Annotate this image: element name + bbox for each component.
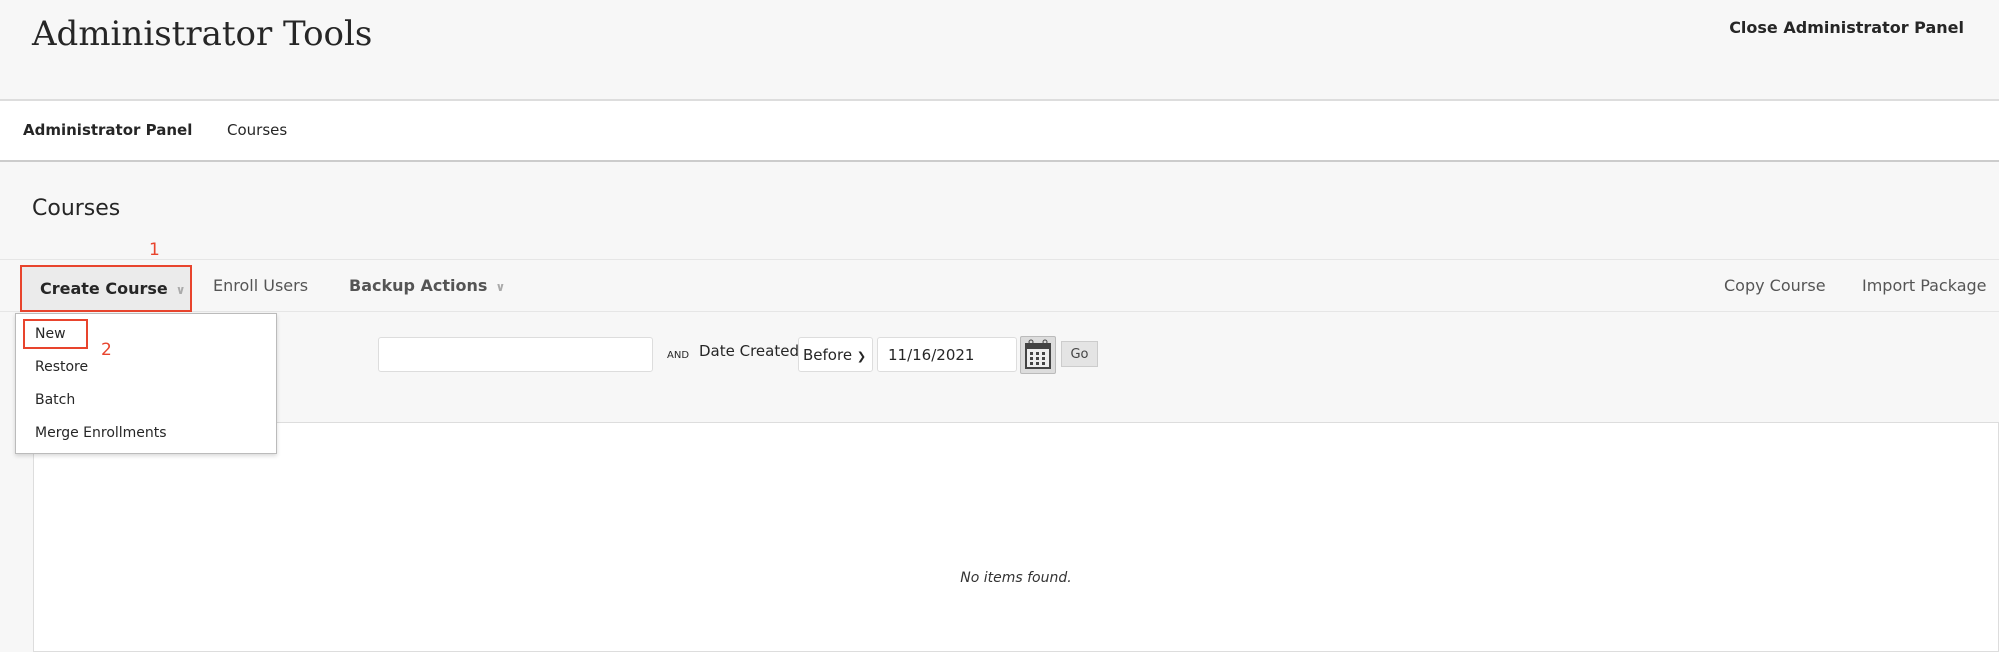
page-header-title: Administrator Tools xyxy=(32,14,373,54)
date-operator-value: Before xyxy=(803,346,853,364)
menu-item-merge-enrollments[interactable]: Merge Enrollments xyxy=(35,425,167,441)
empty-message: No items found. xyxy=(960,570,1072,586)
date-operator-select[interactable]: Before ❯ xyxy=(798,337,873,372)
and-label: AND xyxy=(667,350,690,361)
create-course-menu: New Restore Batch Merge Enrollments xyxy=(15,313,277,454)
go-button[interactable]: Go xyxy=(1061,341,1098,367)
chevron-down-icon: ❯ xyxy=(856,350,867,363)
page-title: Courses xyxy=(32,196,121,221)
chevron-down-icon: ∨ xyxy=(495,280,506,294)
menu-item-restore[interactable]: Restore xyxy=(35,359,88,375)
copy-course-button[interactable]: Copy Course xyxy=(1724,276,1826,295)
backup-actions-button[interactable]: Backup Actions ∨ xyxy=(349,276,505,295)
create-course-button[interactable]: Create Course ∨ xyxy=(20,265,192,312)
annotation-step-1: 1 xyxy=(149,240,160,260)
page-header: Administrator Tools Close Administrator … xyxy=(0,0,1999,101)
search-input[interactable] xyxy=(378,337,653,372)
action-bar: Create Course ∨ Enroll Users Backup Actio… xyxy=(0,259,1999,312)
breadcrumb-courses: Courses xyxy=(227,121,288,139)
breadcrumb: Administrator Panel Courses xyxy=(0,101,1999,162)
date-input[interactable]: 11/16/2021 xyxy=(877,337,1017,372)
date-created-label: Date Created xyxy=(699,342,799,360)
close-admin-panel-link[interactable]: Close Administrator Panel xyxy=(1729,18,1964,37)
breadcrumb-admin-panel[interactable]: Administrator Panel xyxy=(23,121,192,139)
menu-item-batch[interactable]: Batch xyxy=(35,392,75,408)
calendar-icon[interactable] xyxy=(1020,336,1056,374)
annotation-step-2: 2 xyxy=(101,340,112,360)
chevron-down-icon: ∨ xyxy=(175,283,186,297)
menu-item-new[interactable]: New xyxy=(35,326,66,342)
backup-actions-label: Backup Actions xyxy=(349,276,488,295)
courses-table: No items found. xyxy=(33,422,1999,652)
create-course-label: Create Course xyxy=(40,279,168,298)
enroll-users-button[interactable]: Enroll Users xyxy=(213,276,308,295)
import-package-button[interactable]: Import Package xyxy=(1862,276,1987,295)
